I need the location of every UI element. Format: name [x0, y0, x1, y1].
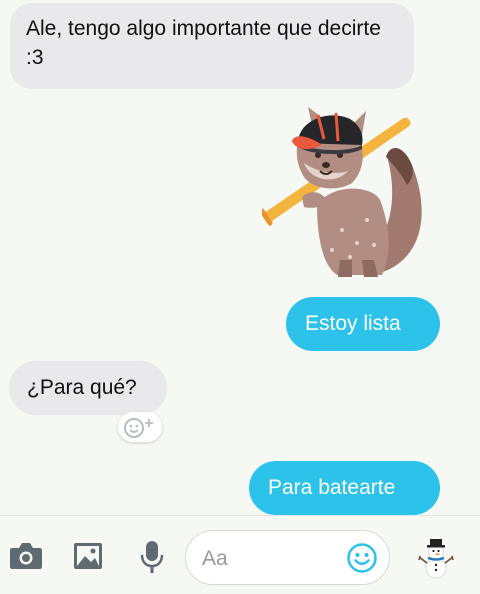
chat-thread: Ale, tengo algo importante que decirte :… [0, 0, 480, 515]
gallery-icon[interactable] [73, 542, 103, 570]
message-input[interactable] [200, 544, 344, 574]
message-composer [0, 515, 480, 594]
add-reaction-button[interactable] [118, 412, 162, 442]
outgoing-message[interactable]: Estoy lista [286, 297, 440, 351]
incoming-message[interactable]: ¿Para qué? [9, 361, 167, 415]
add-reaction-icon [124, 418, 153, 438]
camera-icon[interactable] [9, 540, 43, 570]
fox-with-baseball-bat-sticker[interactable] [262, 105, 427, 277]
outgoing-message[interactable]: Para batearte [249, 461, 440, 515]
snowman-icon[interactable] [416, 536, 456, 580]
message-text: Para batearte [268, 476, 396, 499]
message-text: Estoy lista [305, 312, 401, 335]
incoming-message[interactable]: Ale, tengo algo importante que decirte :… [10, 3, 414, 89]
microphone-icon[interactable] [140, 540, 164, 574]
smiley-icon[interactable] [346, 542, 378, 574]
message-input-box[interactable] [185, 530, 390, 585]
message-text: Ale, tengo algo importante que decirte :… [26, 17, 381, 69]
message-text: ¿Para qué? [27, 376, 137, 399]
